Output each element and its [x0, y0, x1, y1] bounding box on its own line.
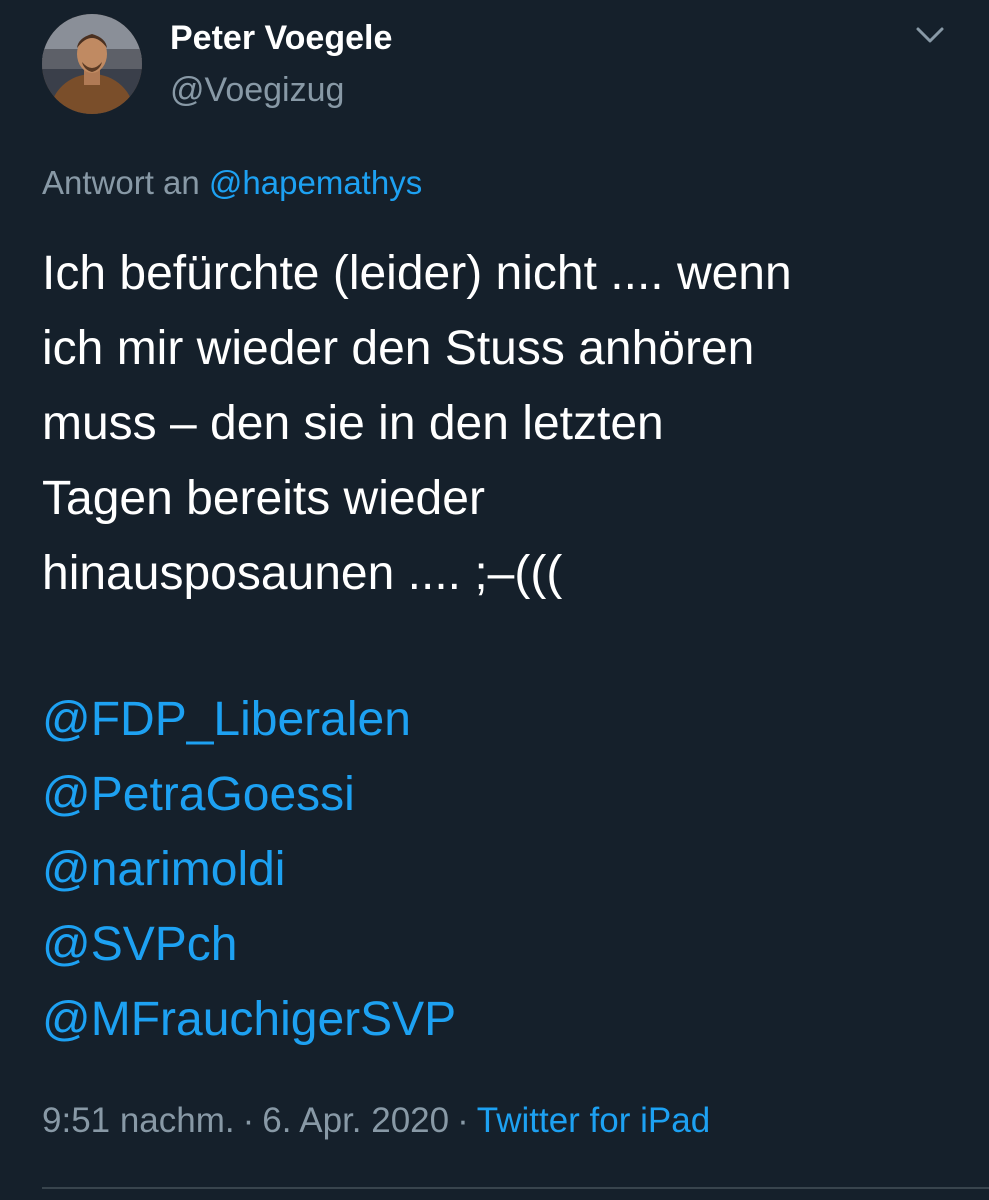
- mention-link[interactable]: @FDP_Liberalen: [42, 682, 456, 757]
- tweet-date[interactable]: 6. Apr. 2020: [262, 1101, 449, 1140]
- profile-photo: [42, 14, 142, 114]
- reply-prefix: Antwort an: [42, 164, 200, 201]
- tweet: Peter Voegele @Voegizug Antwort an @hape…: [0, 0, 989, 1200]
- avatar[interactable]: [42, 14, 142, 114]
- tweet-text-line: Tagen bereits wieder: [42, 472, 485, 525]
- tweet-text: Ich befürchte (leider) nicht .... wenn i…: [42, 236, 972, 611]
- meta-separator: ·: [457, 1101, 469, 1140]
- tweet-text-line: Ich befürchte (leider) nicht .... wenn: [42, 247, 792, 300]
- mention-link[interactable]: @narimoldi: [42, 832, 456, 907]
- tweet-text-line: ich mir wieder den Stuss anhören: [42, 322, 755, 375]
- tweet-time[interactable]: 9:51 nachm.: [42, 1101, 235, 1140]
- mention-link[interactable]: @PetraGoessi: [42, 757, 456, 832]
- author-handle[interactable]: @Voegizug: [170, 70, 344, 110]
- tweet-metadata: 9:51 nachm. · 6. Apr. 2020 · Twitter for iPa…: [42, 1100, 710, 1142]
- tweet-text-line: hinausposaunen .... ;–(((: [42, 547, 563, 600]
- mention-list: @FDP_Liberalen @PetraGoessi @narimoldi @…: [42, 682, 456, 1057]
- reply-mention-link[interactable]: @hapemathys: [209, 164, 422, 201]
- reply-context: Antwort an @hapemathys: [42, 162, 422, 204]
- tweet-source-link[interactable]: Twitter for iPad: [477, 1101, 710, 1140]
- divider: [42, 1187, 989, 1189]
- mention-link[interactable]: @MFrauchigerSVP: [42, 982, 456, 1057]
- meta-separator: ·: [242, 1101, 255, 1140]
- chevron-down-icon[interactable]: [910, 20, 950, 50]
- mention-link[interactable]: @SVPch: [42, 907, 456, 982]
- tweet-text-line: muss – den sie in den letzten: [42, 397, 664, 450]
- author-display-name[interactable]: Peter Voegele: [170, 18, 392, 58]
